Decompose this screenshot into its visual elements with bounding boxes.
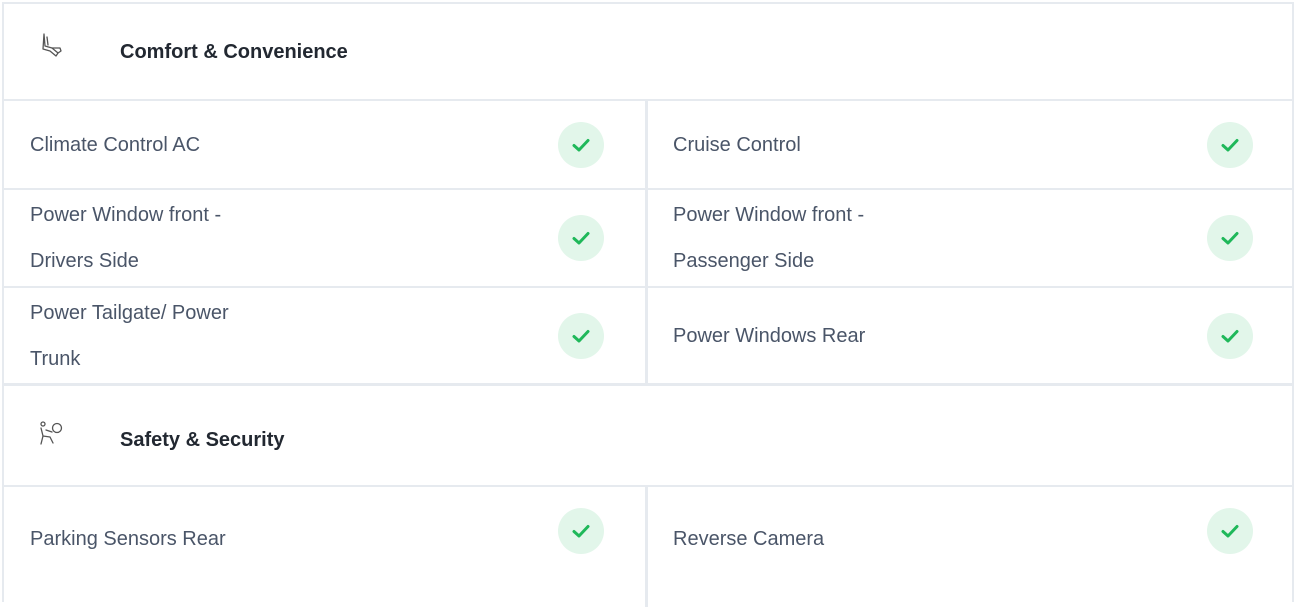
feature-label: Power Windows Rear <box>673 324 866 347</box>
airbag-icon <box>38 420 64 446</box>
feature-cell: Reverse Camera <box>648 487 1292 607</box>
feature-cell: Power Window front - Passenger Side <box>648 190 1292 286</box>
feature-row: Parking Sensors Rear Reverse Camera <box>4 487 1292 607</box>
feature-label: Power Window front - Drivers Side <box>30 204 222 272</box>
feature-label: Power Window front - Passenger Side <box>673 204 865 272</box>
check-icon <box>558 121 604 168</box>
feature-cell: Power Windows Rear <box>648 288 1292 383</box>
check-icon <box>1207 121 1253 168</box>
feature-cell: Climate Control AC <box>4 101 648 188</box>
feature-label: Climate Control AC <box>30 133 201 156</box>
feature-label: Power Tailgate/ Power Trunk <box>30 301 229 370</box>
section-title: Safety & Security <box>120 429 285 451</box>
section-header-safety: Safety & Security <box>4 386 1292 487</box>
check-icon <box>558 312 604 359</box>
check-icon <box>1207 508 1253 554</box>
check-icon <box>558 215 604 261</box>
feature-cell: Parking Sensors Rear <box>4 487 648 607</box>
check-icon <box>1207 215 1253 261</box>
features-panel: Comfort & Convenience Climate Control AC… <box>2 2 1294 607</box>
check-icon <box>1207 312 1253 359</box>
feature-cell: Cruise Control <box>648 101 1292 188</box>
seat-icon <box>38 32 64 58</box>
feature-label: Cruise Control <box>673 133 801 156</box>
feature-row: Climate Control AC Cruise Control <box>4 101 1292 190</box>
feature-cell: Power Window front - Drivers Side <box>4 190 648 286</box>
feature-cell: Power Tailgate/ Power Trunk <box>4 288 648 383</box>
feature-row: Power Tailgate/ Power Trunk Power Window… <box>4 288 1292 386</box>
section-header-comfort: Comfort & Convenience <box>4 4 1292 101</box>
section-title: Comfort & Convenience <box>120 41 348 63</box>
feature-row: Power Window front - Drivers Side Power … <box>4 190 1292 288</box>
feature-label: Reverse Camera <box>673 528 825 550</box>
feature-label: Parking Sensors Rear <box>30 528 226 550</box>
check-icon <box>558 508 604 554</box>
